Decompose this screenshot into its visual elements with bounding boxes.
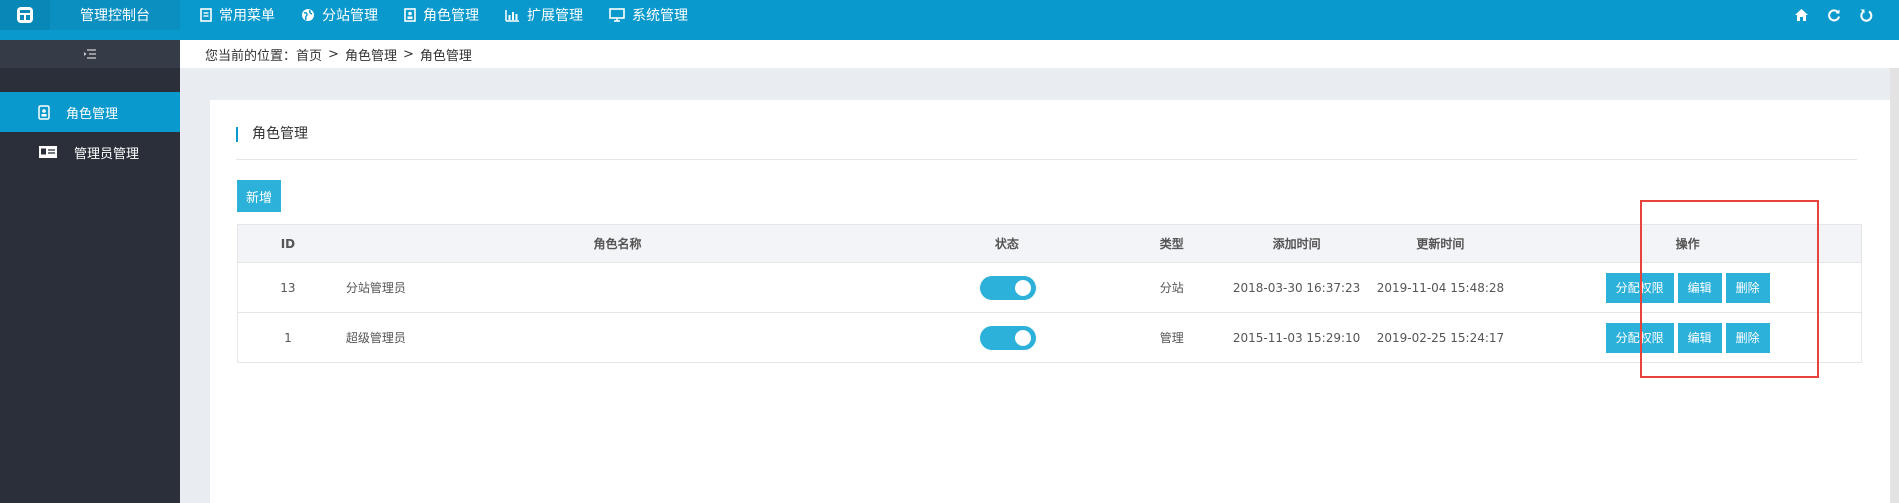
cell-type: 管理 bbox=[1116, 312, 1227, 363]
nav-item-label: 常用菜单 bbox=[219, 8, 275, 24]
status-toggle[interactable] bbox=[979, 275, 1036, 300]
cell-type: 分站 bbox=[1116, 262, 1227, 313]
cell-created: 2018-03-30 16:37:23 bbox=[1226, 262, 1367, 313]
sidebar: 角色管理 管理员管理 bbox=[0, 40, 180, 503]
document-icon bbox=[200, 8, 212, 22]
logo-icon bbox=[17, 7, 33, 23]
refresh-icon[interactable] bbox=[1827, 8, 1841, 22]
breadcrumb-role-parent[interactable]: 角色管理 bbox=[345, 45, 397, 64]
add-role-button[interactable]: 新增 bbox=[237, 180, 281, 212]
nav-item-extension[interactable]: 扩展管理 bbox=[505, 0, 583, 30]
monitor-icon bbox=[609, 8, 625, 22]
cell-updated: 2019-11-04 15:48:28 bbox=[1366, 262, 1515, 313]
nav-item-system[interactable]: 系统管理 bbox=[609, 0, 688, 30]
edit-button[interactable]: 编辑 bbox=[1677, 322, 1722, 353]
breadcrumb: 您当前的位置： 首页 > 角色管理 > 角色管理 bbox=[180, 40, 1899, 68]
bar-chart-icon bbox=[505, 9, 519, 22]
card-header: 角色管理 bbox=[236, 125, 1857, 160]
column-header-status: 状态 bbox=[897, 224, 1117, 263]
nav-item-common-menu[interactable]: 常用菜单 bbox=[200, 0, 275, 30]
cell-actions: 分配权限 编辑 删除 bbox=[1514, 262, 1862, 313]
toggle-knob bbox=[1014, 279, 1031, 296]
page-title: 角色管理 bbox=[252, 126, 308, 142]
cell-status bbox=[897, 312, 1117, 363]
top-nav: 常用菜单 分站管理 角色管理 扩展管理 系统管理 bbox=[200, 0, 714, 30]
cell-updated: 2019-02-25 15:24:17 bbox=[1366, 312, 1515, 363]
column-header-updated: 更新时间 bbox=[1366, 224, 1515, 263]
sidebar-item-admin-management[interactable]: 管理员管理 bbox=[0, 132, 180, 172]
table-row: 1 超级管理员 管理 2015-11-03 15:29:10 2019-02-2… bbox=[237, 312, 1862, 363]
cell-id: 13 bbox=[237, 262, 338, 313]
table-row: 13 分站管理员 分站 2018-03-30 16:37:23 2019-11-… bbox=[237, 262, 1862, 313]
logout-icon[interactable] bbox=[1859, 8, 1873, 22]
nav-item-label: 扩展管理 bbox=[527, 8, 583, 24]
sidebar-item-label: 管理员管理 bbox=[74, 146, 140, 162]
cell-role-name: 分站管理员 bbox=[337, 262, 898, 313]
delete-button[interactable]: 删除 bbox=[1725, 322, 1770, 353]
cell-id: 1 bbox=[237, 312, 338, 363]
cell-status bbox=[897, 262, 1117, 313]
nav-item-role[interactable]: 角色管理 bbox=[404, 0, 479, 30]
nav-item-substation[interactable]: 分站管理 bbox=[301, 0, 378, 30]
title-accent-bar bbox=[236, 127, 238, 142]
nav-item-label: 角色管理 bbox=[423, 8, 479, 24]
column-header-role-name: 角色名称 bbox=[337, 224, 898, 263]
sidebar-toggle[interactable] bbox=[0, 40, 180, 68]
sidebar-menu: 角色管理 管理员管理 bbox=[0, 92, 180, 172]
sidebar-item-label: 角色管理 bbox=[66, 106, 119, 122]
role-card-icon bbox=[404, 8, 416, 22]
top-right-actions bbox=[1794, 0, 1873, 30]
home-icon[interactable] bbox=[1794, 8, 1809, 22]
id-card-icon bbox=[39, 146, 57, 158]
column-header-actions: 操作 bbox=[1514, 224, 1862, 263]
brand-title: 管理控制台 bbox=[50, 0, 180, 30]
status-toggle[interactable] bbox=[979, 325, 1036, 350]
menu-collapse-icon bbox=[84, 49, 96, 59]
breadcrumb-separator: > bbox=[402, 46, 414, 62]
nav-item-label: 系统管理 bbox=[632, 8, 688, 24]
globe-icon bbox=[302, 9, 314, 21]
cell-actions: 分配权限 编辑 删除 bbox=[1514, 312, 1862, 363]
cell-created: 2015-11-03 15:29:10 bbox=[1226, 312, 1367, 363]
breadcrumb-home[interactable]: 首页 bbox=[296, 45, 322, 64]
column-header-created: 添加时间 bbox=[1226, 224, 1367, 263]
delete-button[interactable]: 删除 bbox=[1725, 272, 1770, 303]
table-header-row: ID 角色名称 状态 类型 添加时间 更新时间 操作 bbox=[237, 224, 1862, 263]
logo[interactable] bbox=[0, 0, 50, 30]
breadcrumb-prefix: 您当前的位置： bbox=[205, 48, 297, 64]
column-header-type: 类型 bbox=[1116, 224, 1227, 263]
column-header-id: ID bbox=[237, 224, 338, 263]
top-bar: 管理控制台 常用菜单 分站管理 角色管理 扩展管理 系统管理 bbox=[0, 0, 1899, 40]
cell-role-name: 超级管理员 bbox=[337, 312, 898, 363]
nav-item-label: 分站管理 bbox=[322, 8, 378, 24]
badge-icon bbox=[38, 104, 50, 120]
page-scrollbar[interactable] bbox=[1890, 68, 1899, 503]
assign-permission-button[interactable]: 分配权限 bbox=[1605, 272, 1674, 303]
sidebar-item-role-management[interactable]: 角色管理 bbox=[0, 92, 180, 132]
role-table: ID 角色名称 状态 类型 添加时间 更新时间 操作 13 分站管理员 分站 2… bbox=[237, 224, 1862, 363]
toggle-knob bbox=[1014, 329, 1031, 346]
breadcrumb-separator: > bbox=[328, 46, 339, 62]
edit-button[interactable]: 编辑 bbox=[1677, 272, 1722, 303]
breadcrumb-current: 角色管理 bbox=[419, 48, 472, 64]
assign-permission-button[interactable]: 分配权限 bbox=[1605, 322, 1674, 353]
